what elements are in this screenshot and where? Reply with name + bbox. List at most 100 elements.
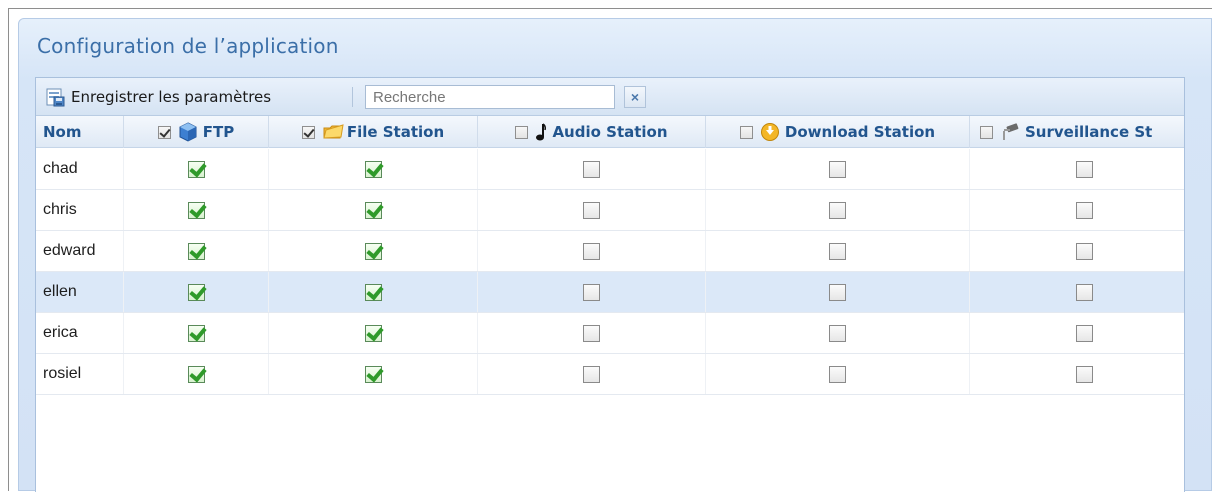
download-station-cell [706, 190, 970, 230]
app-config-window: Configuration de l’application Enregistr… [18, 18, 1212, 492]
file-station-cell [269, 190, 478, 230]
table-row[interactable]: chris [36, 190, 1184, 231]
table-row[interactable]: erica [36, 313, 1184, 354]
ftp-cell [124, 231, 269, 271]
audio-station-cell [478, 313, 706, 353]
column-header-file-station[interactable]: File Station [269, 116, 478, 148]
user-name-cell: ellen [36, 272, 124, 312]
file-station-cell [269, 313, 478, 353]
surveillance-station-permission-checkbox[interactable] [1076, 201, 1093, 219]
file-station-cell [269, 354, 478, 394]
file-station-cell [269, 231, 478, 271]
surveillance-station-permission-checkbox[interactable] [1076, 324, 1093, 342]
surveillance-station-permission-checkbox[interactable] [1076, 160, 1093, 178]
ftp-cell [124, 354, 269, 394]
audio-station-permission-checkbox[interactable] [583, 201, 600, 219]
audio-station-cell [478, 272, 706, 312]
file-station-permission-checkbox[interactable] [364, 160, 382, 178]
download-station-permission-checkbox[interactable] [829, 242, 846, 260]
column-header-ftp[interactable]: FTP [124, 116, 269, 148]
search-box [365, 85, 615, 109]
user-name-cell: chad [36, 149, 124, 189]
surveillance-station-permission-checkbox[interactable] [1076, 242, 1093, 260]
ftp-select-all-checkbox[interactable] [157, 125, 171, 139]
surveillance-station-cell [970, 272, 1184, 312]
audio-station-permission-checkbox[interactable] [583, 283, 600, 301]
column-header-download-station[interactable]: Download Station [706, 116, 970, 148]
surveillance-station-cell [970, 354, 1184, 394]
file-station-cell [269, 149, 478, 189]
ftp-permission-checkbox[interactable] [187, 242, 205, 260]
download-station-cell [706, 149, 970, 189]
table-row[interactable]: chad [36, 149, 1184, 190]
user-name-cell: rosiel [36, 354, 124, 394]
download-station-permission-checkbox[interactable] [829, 160, 846, 178]
table-row[interactable]: edward [36, 231, 1184, 272]
file-station-permission-checkbox[interactable] [364, 324, 382, 342]
ftp-cell [124, 313, 269, 353]
surveillance-station-cell [970, 231, 1184, 271]
column-header-audio-station[interactable]: Audio Station [478, 116, 706, 148]
ftp-permission-checkbox[interactable] [187, 365, 205, 383]
ftp-permission-checkbox[interactable] [187, 283, 205, 301]
surveillance-station-cell [970, 313, 1184, 353]
ftp-permission-checkbox[interactable] [187, 324, 205, 342]
music-note-icon [535, 122, 547, 142]
user-name-cell: edward [36, 231, 124, 271]
save-settings-button[interactable]: Enregistrer les paramètres [42, 84, 275, 110]
audio-station-label: Audio Station [552, 123, 668, 141]
download-station-permission-checkbox[interactable] [829, 283, 846, 301]
file-station-permission-checkbox[interactable] [364, 201, 382, 219]
user-name-cell: chris [36, 190, 124, 230]
audio-station-cell [478, 190, 706, 230]
download-station-label: Download Station [784, 123, 936, 141]
column-header-nom[interactable]: Nom [36, 116, 124, 148]
audio-station-select-all-checkbox[interactable] [515, 125, 529, 139]
toolbar: Enregistrer les paramètres × [36, 78, 1184, 116]
toolbar-separator [352, 87, 353, 107]
window-title: Configuration de l’application [37, 34, 339, 58]
ftp-permission-checkbox[interactable] [187, 160, 205, 178]
surveillance-station-permission-checkbox[interactable] [1076, 365, 1093, 383]
download-station-permission-checkbox[interactable] [829, 201, 846, 219]
audio-station-permission-checkbox[interactable] [583, 242, 600, 260]
download-station-cell [706, 231, 970, 271]
download-station-permission-checkbox[interactable] [829, 324, 846, 342]
file-station-permission-checkbox[interactable] [364, 283, 382, 301]
audio-station-permission-checkbox[interactable] [583, 324, 600, 342]
grid-header: Nom FTP File Station Audio Station Downl… [36, 116, 1184, 148]
surveillance-station-cell [970, 190, 1184, 230]
audio-station-permission-checkbox[interactable] [583, 365, 600, 383]
download-station-cell [706, 272, 970, 312]
surveillance-station-cell [970, 149, 1184, 189]
audio-station-cell [478, 354, 706, 394]
surveillance-station-permission-checkbox[interactable] [1076, 283, 1093, 301]
download-station-cell [706, 354, 970, 394]
file-station-permission-checkbox[interactable] [364, 242, 382, 260]
ftp-label: FTP [202, 123, 235, 141]
file-station-cell [269, 272, 478, 312]
table-row[interactable]: rosiel [36, 354, 1184, 395]
search-input[interactable] [366, 86, 586, 108]
table-row[interactable]: ellen [36, 272, 1184, 313]
save-settings-icon [46, 88, 65, 107]
download-station-select-all-checkbox[interactable] [739, 125, 753, 139]
file-station-label: File Station [346, 123, 445, 141]
ftp-permission-checkbox[interactable] [187, 201, 205, 219]
ftp-cell [124, 272, 269, 312]
surveillance-station-select-all-checkbox[interactable] [980, 125, 993, 139]
folder-icon [322, 122, 344, 142]
ftp-cell [124, 149, 269, 189]
grid-body: chad chris edward ellen erica rosiel [36, 149, 1184, 395]
clear-search-button[interactable]: × [624, 86, 646, 108]
ftp-cube-icon [178, 122, 198, 142]
download-station-permission-checkbox[interactable] [829, 365, 846, 383]
save-settings-label: Enregistrer les paramètres [71, 88, 272, 106]
user-name-cell: erica [36, 313, 124, 353]
column-header-surveillance-station[interactable]: Surveillance St [970, 116, 1184, 148]
audio-station-permission-checkbox[interactable] [583, 160, 600, 178]
file-station-select-all-checkbox[interactable] [301, 125, 315, 139]
file-station-permission-checkbox[interactable] [364, 365, 382, 383]
camera-icon [1000, 122, 1020, 142]
audio-station-cell [478, 149, 706, 189]
